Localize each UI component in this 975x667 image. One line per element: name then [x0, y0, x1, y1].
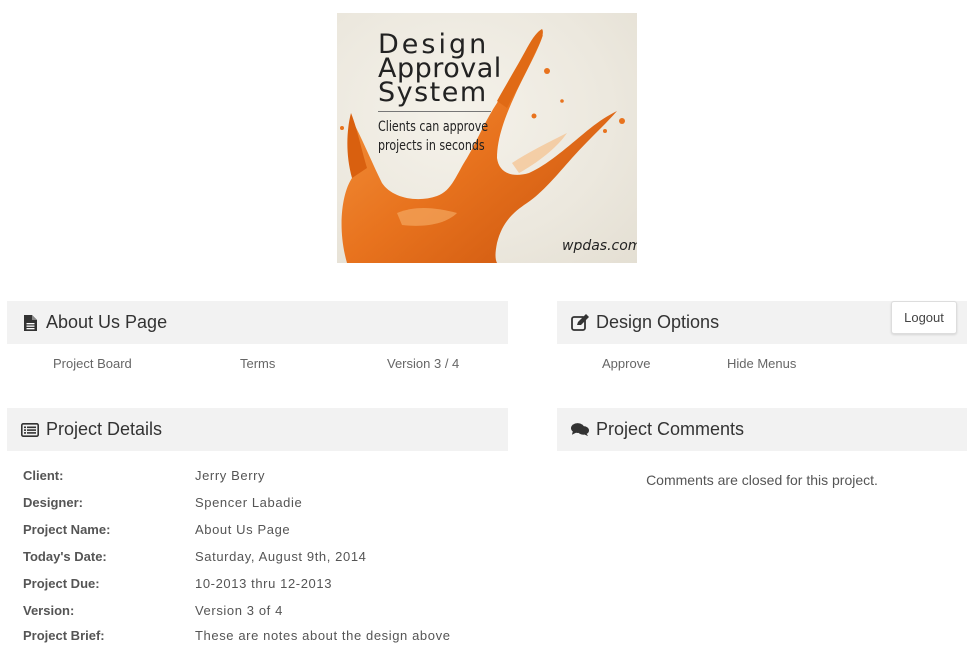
- detail-label: Designer:: [23, 495, 83, 510]
- banner-title: Design Approval System: [378, 31, 502, 108]
- banner-ad[interactable]: Design Approval System Clients can appro…: [337, 13, 637, 263]
- detail-value: These are notes about the design above: [195, 628, 451, 643]
- file-icon: [21, 314, 39, 332]
- banner-subtitle: Clients can approve projects in seconds: [378, 118, 488, 156]
- banner-divider: [378, 111, 491, 112]
- banner-title-line3: System: [378, 77, 488, 108]
- comments-closed-message: Comments are closed for this project.: [646, 472, 878, 488]
- version-link[interactable]: Version 3 / 4: [387, 356, 459, 371]
- terms-link[interactable]: Terms: [240, 356, 275, 371]
- detail-label: Today's Date:: [23, 549, 107, 564]
- edit-icon: [571, 314, 589, 332]
- banner-site: wpdas.com: [562, 238, 637, 254]
- details-panel-title: Project Details: [46, 419, 163, 439]
- banner-subtitle-line1: Clients can approve: [378, 119, 489, 135]
- banner-subtitle-line2: projects in seconds: [378, 138, 485, 154]
- hide-menus-link[interactable]: Hide Menus: [727, 356, 796, 371]
- detail-label: Client:: [23, 468, 64, 483]
- approve-link[interactable]: Approve: [602, 356, 650, 371]
- detail-label: Project Brief:: [23, 628, 105, 643]
- comments-panel-header: Project Comments: [557, 408, 967, 451]
- about-panel-title: About Us Page: [46, 312, 168, 332]
- about-panel-header: About Us Page: [7, 301, 508, 344]
- detail-value: 10-2013 thru 12-2013: [195, 576, 333, 591]
- detail-value: About Us Page: [195, 522, 291, 537]
- project-board-link[interactable]: Project Board: [53, 356, 132, 371]
- detail-label: Version:: [23, 603, 75, 618]
- detail-value: Spencer Labadie: [195, 495, 303, 510]
- detail-label: Project Name:: [23, 522, 111, 537]
- detail-value: Version 3 of 4: [195, 603, 283, 618]
- comments-panel-title: Project Comments: [596, 419, 745, 439]
- design-panel-title: Design Options: [596, 312, 720, 332]
- details-panel-header: Project Details: [7, 408, 508, 451]
- detail-value: Saturday, August 9th, 2014: [195, 549, 367, 564]
- comments-icon: [571, 421, 589, 439]
- detail-label: Project Due:: [23, 576, 100, 591]
- detail-value: Jerry Berry: [195, 468, 266, 483]
- logout-button[interactable]: Logout: [891, 301, 957, 334]
- list-icon: [21, 421, 39, 439]
